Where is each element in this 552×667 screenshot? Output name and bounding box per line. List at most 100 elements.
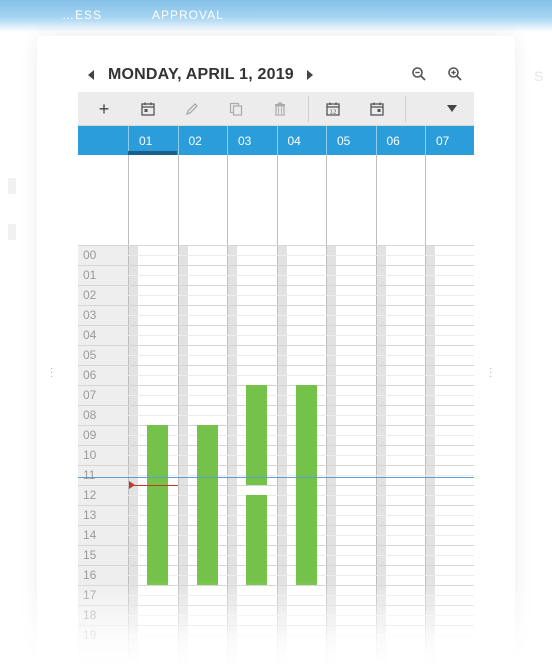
half-hour-gridline: [128, 295, 474, 296]
copy-icon: [229, 102, 243, 116]
background-marker: [8, 178, 16, 194]
half-hour-gridline: [128, 615, 474, 616]
hour-gridline: [78, 545, 474, 546]
next-day-button[interactable]: [307, 70, 313, 80]
event-block[interactable]: [147, 425, 168, 585]
calendar-12-icon: 12: [326, 102, 340, 116]
event-block[interactable]: [295, 385, 317, 585]
all-day-area[interactable]: [78, 155, 474, 245]
day-header-02[interactable]: 02: [177, 126, 228, 155]
day-header-05[interactable]: 05: [326, 126, 376, 155]
hour-label: 09: [83, 428, 97, 442]
hour-label: 05: [83, 348, 97, 362]
add-icon: +: [98, 98, 110, 119]
day-header-07[interactable]: 07: [425, 126, 475, 155]
hour-gridline: [78, 365, 474, 366]
all-day-column-divider: [326, 155, 327, 245]
zoom-out-icon[interactable]: [411, 66, 427, 82]
nav-item-approval[interactable]: APPROVAL: [152, 8, 224, 22]
left-resize-handle-icon[interactable]: · · ·: [50, 364, 54, 382]
toolbar: + 12: [78, 92, 474, 126]
hour-gridline: [78, 385, 474, 386]
calendar-check-icon: [370, 102, 384, 116]
delete-button[interactable]: [260, 92, 300, 126]
hour-label: 16: [83, 568, 97, 582]
hour-gridline: [78, 425, 474, 426]
hour-label: 11: [83, 468, 96, 482]
more-options-button[interactable]: [432, 92, 472, 126]
hour-gridline: [78, 445, 474, 446]
calendar-icon: [141, 102, 155, 116]
dropdown-icon: [447, 105, 457, 112]
hour-gridline: [78, 265, 474, 266]
day-header-04[interactable]: 04: [276, 126, 327, 155]
date-header: MONDAY, APRIL 1, 2019: [78, 62, 474, 90]
today-button[interactable]: 12: [313, 92, 353, 126]
hour-gridline: [78, 525, 474, 526]
hour-gridline: [78, 245, 474, 246]
day-header-03[interactable]: 03: [227, 126, 277, 155]
background-text: S: [534, 68, 544, 84]
event-block[interactable]: [246, 495, 267, 585]
day-column-05[interactable]: [326, 245, 376, 667]
all-day-column-divider: [425, 155, 426, 245]
day-column-shade: [376, 245, 386, 667]
event-block[interactable]: [196, 425, 218, 585]
hour-label: 01: [83, 268, 97, 282]
hour-label: 08: [83, 408, 97, 422]
previous-day-button[interactable]: [88, 70, 94, 80]
hour-label: 13: [83, 508, 97, 522]
day-column-shade: [178, 245, 188, 667]
hour-label: 17: [83, 588, 97, 602]
current-time-day-line: [134, 485, 178, 486]
day-column-shade: [327, 245, 336, 667]
top-navigation-bar: …ESS APPROVAL: [0, 0, 552, 32]
day-column-07[interactable]: [425, 245, 474, 667]
day-column-shade: [426, 245, 435, 667]
hour-gridline: [78, 305, 474, 306]
half-hour-gridline: [128, 255, 474, 256]
edit-button[interactable]: [172, 92, 212, 126]
hour-label: 10: [83, 448, 97, 462]
time-grid[interactable]: 00 01 02 03 04 05 06 07 08 09 10 11 12 13 14 15 16 17 18 19: [78, 245, 474, 667]
trash-icon: [275, 102, 285, 116]
zoom-in-icon[interactable]: [447, 66, 463, 82]
hour-label: 18: [83, 608, 97, 622]
calendar-view-button[interactable]: [357, 92, 397, 126]
hour-label: 07: [83, 388, 97, 402]
all-day-column-divider: [227, 155, 228, 245]
hour-label: 00: [83, 248, 97, 262]
hour-gridline: [78, 405, 474, 406]
date-title: MONDAY, APRIL 1, 2019: [108, 66, 294, 83]
hour-gridline: [78, 505, 474, 506]
day-header-06[interactable]: 06: [375, 126, 426, 155]
day-column-06[interactable]: [375, 245, 426, 667]
hour-gridline: [78, 605, 474, 606]
hour-label: 03: [83, 308, 97, 322]
hour-label: 02: [83, 288, 97, 302]
hour-gridline: [78, 625, 474, 626]
right-resize-handle-icon[interactable]: · · ·: [489, 364, 493, 382]
nav-item-process[interactable]: …ESS: [62, 8, 102, 22]
hour-label: 06: [83, 368, 97, 382]
copy-button[interactable]: [216, 92, 256, 126]
current-time-line: [78, 477, 474, 478]
hour-gridline: [78, 465, 474, 466]
toolbar-separator: [308, 96, 309, 122]
hour-column: 00 01 02 03 04 05 06 07 08 09 10 11 12 13 14 15 16 17 18 19: [78, 245, 128, 667]
half-hour-gridline: [128, 315, 474, 316]
half-hour-gridline: [128, 275, 474, 276]
event-block[interactable]: [246, 385, 267, 485]
calendar-button[interactable]: [128, 92, 168, 126]
hour-label: 04: [83, 328, 97, 342]
hour-gridline: [78, 345, 474, 346]
hour-gridline: [78, 585, 474, 586]
half-hour-gridline: [128, 595, 474, 596]
pencil-icon: [185, 103, 198, 116]
all-day-column-divider: [128, 155, 129, 245]
day-column-shade: [129, 245, 138, 667]
hour-label: 12: [83, 488, 97, 502]
hour-gridline: [78, 325, 474, 326]
add-button[interactable]: +: [84, 92, 124, 126]
all-day-column-divider: [177, 155, 179, 245]
